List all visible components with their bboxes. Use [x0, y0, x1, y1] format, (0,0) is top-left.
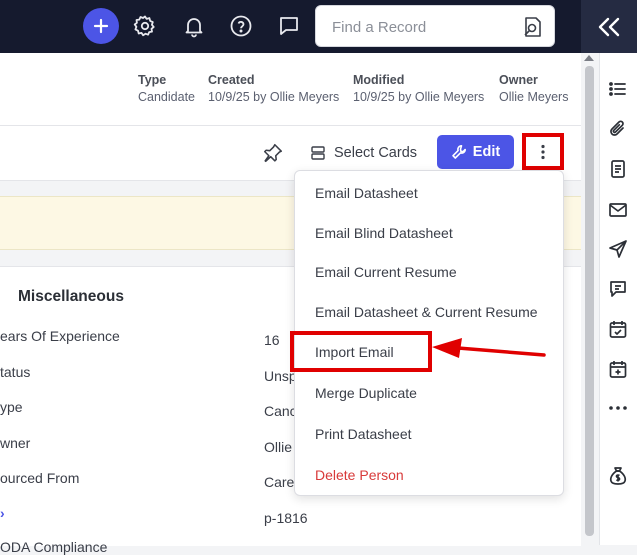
- annotation-arrow: [432, 338, 546, 358]
- field-value: Care: [264, 474, 295, 490]
- scroll-up-arrow[interactable]: [584, 55, 594, 61]
- menu-item-merge-duplicate[interactable]: Merge Duplicate: [315, 385, 417, 401]
- edit-label: Edit: [472, 144, 501, 160]
- menu-item-email-current-resume[interactable]: Email Current Resume: [315, 264, 457, 280]
- section-title: Miscellaneous: [18, 288, 124, 305]
- field-value: Canc: [264, 403, 297, 419]
- wrench-icon: [451, 144, 466, 159]
- meta-owner-value: Ollie Meyers: [499, 90, 569, 104]
- field-label: ears Of Experience: [0, 328, 120, 344]
- pin-icon[interactable]: [262, 142, 284, 164]
- gear-icon: [133, 15, 155, 37]
- create-new-button[interactable]: [83, 8, 119, 44]
- field-value: p-1816: [264, 510, 308, 526]
- top-navigation-bar: [0, 0, 581, 53]
- list-icon: [609, 82, 626, 96]
- cards-icon: [311, 146, 325, 160]
- help-button[interactable]: [227, 12, 255, 40]
- search-input[interactable]: [330, 16, 514, 38]
- meta-created-value: 10/9/25 by Ollie Meyers: [208, 90, 340, 104]
- meta-created: Created 10/9/25 by Ollie Meyers: [208, 73, 339, 104]
- messages-button[interactable]: [275, 12, 303, 40]
- right-action-rail: [599, 53, 637, 545]
- rail-add-event-button[interactable]: [606, 357, 630, 381]
- rail-tasks-button[interactable]: [606, 317, 630, 341]
- more-horizontal-icon: [609, 406, 627, 410]
- search-record-icon[interactable]: [520, 15, 544, 39]
- rail-billing-button[interactable]: [606, 464, 630, 488]
- rail-email-button[interactable]: [606, 198, 630, 222]
- select-cards-button[interactable]: Select Cards: [310, 142, 417, 164]
- field-value: 16: [264, 332, 280, 348]
- field-label: ourced From: [0, 470, 80, 486]
- scroll-thumb[interactable]: [585, 66, 594, 536]
- field-label: ype: [0, 399, 23, 415]
- menu-item-email-datasheet[interactable]: Email Datasheet: [315, 185, 418, 201]
- money-bag-icon: [609, 467, 627, 485]
- meta-created-label: Created: [208, 73, 255, 87]
- comment-icon: [610, 281, 626, 297]
- settings-button[interactable]: [131, 12, 159, 40]
- meta-modified-value: 10/9/25 by Ollie Meyers: [353, 90, 485, 104]
- collapse-chevrons-icon: [598, 17, 620, 36]
- notifications-button[interactable]: [180, 12, 208, 40]
- help-icon: [230, 15, 252, 37]
- meta-owner-label: Owner: [499, 73, 538, 87]
- paperclip-icon: [610, 120, 624, 136]
- meta-type-label: Type: [138, 73, 167, 87]
- rail-list-button[interactable]: [606, 77, 630, 101]
- bell-icon: [185, 18, 203, 38]
- rail-more-button[interactable]: [606, 396, 630, 420]
- calendar-plus-icon: [609, 361, 627, 378]
- plus-icon: [93, 18, 109, 34]
- menu-item-email-datasheet-and-resume[interactable]: Email Datasheet & Current Resume: [315, 304, 538, 320]
- chat-icon: [280, 17, 298, 35]
- field-value: Ollie: [264, 439, 293, 455]
- field-label: wner: [0, 435, 31, 451]
- meta-type-value: Candidate: [138, 90, 195, 104]
- select-cards-label: Select Cards: [334, 145, 418, 161]
- send-icon: [609, 240, 627, 258]
- rail-send-button[interactable]: [606, 237, 630, 261]
- menu-item-email-blind-datasheet[interactable]: Email Blind Datasheet: [315, 225, 453, 241]
- meta-modified: Modified 10/9/25 by Ollie Meyers: [353, 73, 484, 104]
- edit-button[interactable]: Edit: [437, 135, 514, 169]
- rail-comments-button[interactable]: [606, 277, 630, 301]
- collapse-panel-button[interactable]: [581, 0, 637, 53]
- menu-item-print-datasheet[interactable]: Print Datasheet: [315, 426, 412, 442]
- import-email-highlight: [290, 331, 432, 372]
- more-vertical-icon: [541, 144, 545, 159]
- menu-item-delete-person[interactable]: Delete Person: [315, 467, 404, 483]
- find-record-search[interactable]: [315, 5, 555, 47]
- calendar-check-icon: [609, 321, 627, 338]
- meta-modified-label: Modified: [353, 73, 405, 87]
- meta-type: Type Candidate: [138, 73, 195, 104]
- field-label: ODA Compliance: [0, 539, 108, 555]
- record-meta-header: Type Candidate Created 10/9/25 by Ollie …: [0, 53, 581, 126]
- mail-icon: [609, 203, 627, 217]
- more-actions-button[interactable]: [522, 133, 564, 170]
- field-label-link[interactable]: ›: [0, 505, 5, 521]
- document-icon: [611, 160, 625, 178]
- rail-notes-button[interactable]: [606, 157, 630, 181]
- meta-owner: Owner Ollie Meyers: [499, 73, 568, 104]
- field-label: tatus: [0, 364, 31, 380]
- rail-attachments-button[interactable]: [606, 117, 630, 141]
